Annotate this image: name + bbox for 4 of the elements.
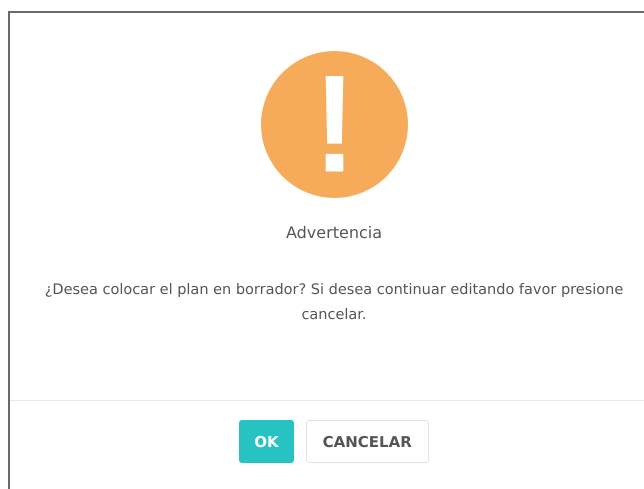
dialog-title: Advertencia	[286, 223, 382, 242]
cancel-button[interactable]: CANCELAR	[306, 420, 429, 463]
warning-icon	[260, 51, 408, 198]
dialog-message: ¿Desea colocar el plan en borrador? Si desea continuar editando favor presione cancelar.	[44, 281, 624, 325]
